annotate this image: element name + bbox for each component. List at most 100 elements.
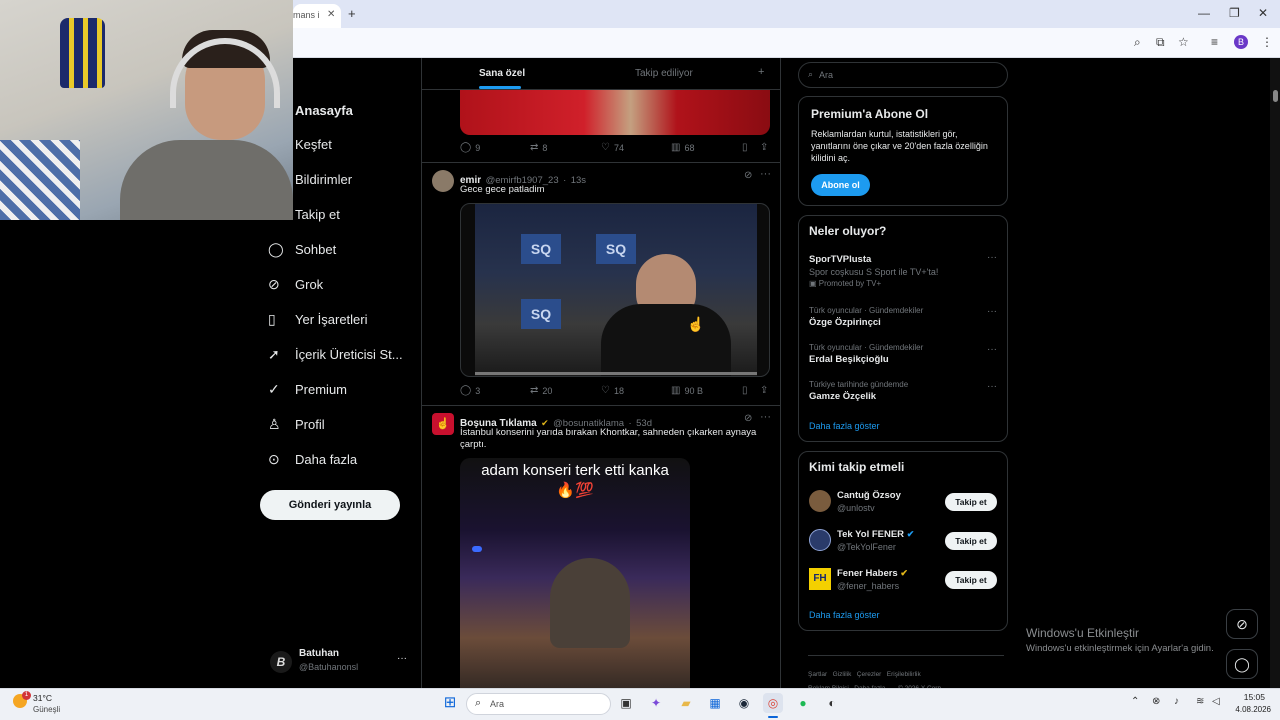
nav-item-bookmarks[interactable]: ▯ Yer İşaretleri — [262, 302, 368, 337]
subscribe-button[interactable]: Abone ol — [811, 174, 870, 196]
footer-link[interactable]: Şartlar — [808, 671, 827, 678]
install-app-icon[interactable]: ⧉ — [1156, 35, 1165, 50]
avatar[interactable]: FH — [809, 568, 831, 590]
maximize-button[interactable]: ❐ — [1229, 6, 1240, 20]
scrollbar[interactable] — [1270, 58, 1280, 688]
grok-icon[interactable]: ⊘ — [744, 170, 752, 181]
more-dots-icon[interactable]: ··· — [760, 168, 771, 180]
avatar[interactable] — [809, 490, 831, 512]
nav-item-notifications[interactable]: Bildirimler — [262, 162, 352, 197]
like-button[interactable]: ♡ 74 — [601, 142, 624, 153]
nav-item-creator-studio[interactable]: ➚ İçerik Üreticisi St... — [262, 337, 403, 372]
tweet-video[interactable]: adam konseri terk etti kanka 🔥💯 — [460, 458, 690, 688]
zoom-icon[interactable]: ⌕ — [1134, 35, 1141, 50]
video-progress[interactable] — [475, 372, 757, 375]
tab-close-icon[interactable]: ✕ — [327, 9, 335, 20]
close-window-button[interactable]: ✕ — [1258, 6, 1268, 20]
store-icon[interactable]: ▦ — [705, 693, 725, 713]
spotify-icon[interactable]: ● — [793, 693, 813, 713]
weather-temp[interactable]: 31°C — [33, 693, 52, 703]
avatar[interactable] — [432, 170, 454, 192]
minimize-button[interactable]: — — [1198, 6, 1210, 20]
trend-item[interactable]: Türkiye tarihinde gündemde Gamze Özçelik — [809, 380, 999, 402]
trend-item[interactable]: Türk oyuncular · Gündemdekiler Özge Özpi… — [809, 306, 999, 328]
follow-button[interactable]: Takip et — [945, 571, 997, 589]
tray-icon[interactable]: ⊗ — [1152, 696, 1160, 707]
views-button[interactable]: ▥ 90 B — [671, 385, 703, 396]
nav-item-home[interactable]: Anasayfa — [262, 93, 353, 128]
obs-icon[interactable]: ◐ — [822, 693, 842, 713]
microphone-icon[interactable]: ♪ — [1174, 696, 1179, 707]
browser-menu-icon[interactable]: ⋮ — [1261, 35, 1273, 49]
chat-icon: ◯ — [1234, 656, 1250, 672]
more-dots-icon[interactable]: ··· — [987, 306, 997, 317]
tab-for-you[interactable]: Sana özel — [479, 68, 525, 79]
steam-icon[interactable]: ◉ — [734, 693, 754, 713]
share-button[interactable]: ⇪ — [760, 385, 772, 396]
taskbar-search[interactable]: ⌕ Ara — [466, 693, 611, 715]
task-view-icon[interactable]: ▣ — [616, 693, 636, 713]
follow-button[interactable]: Takip et — [945, 493, 997, 511]
nav-item-premium[interactable]: ✓ Premium — [262, 372, 347, 407]
avatar[interactable]: ☝ — [432, 413, 454, 435]
chevron-up-icon[interactable]: ⌃ — [1131, 696, 1139, 707]
retweet-button[interactable]: ⇄ 8 — [530, 142, 547, 153]
show-more-link[interactable]: Daha fazla göster — [809, 610, 880, 620]
footer-link[interactable]: Gizlilik — [833, 671, 852, 678]
new-tab-button[interactable]: + — [348, 6, 356, 21]
share-button[interactable]: ⇪ — [760, 142, 772, 153]
avatar[interactable] — [809, 529, 831, 551]
trend-item[interactable]: Türk oyuncular · Gündemdekiler Erdal Beş… — [809, 343, 999, 365]
panel-title: Kimi takip etmeli — [809, 460, 905, 474]
nav-item-profile[interactable]: ♙ Profil — [262, 407, 325, 442]
more-dots-icon[interactable]: ··· — [987, 344, 997, 355]
show-more-link[interactable]: Daha fazla göster — [809, 421, 880, 431]
follow-suggestion[interactable]: Cantuğ Özsoy @unlostv — [837, 490, 901, 513]
account-switcher[interactable]: B Batuhan @Batuhanonsl ··· — [266, 648, 416, 678]
nav-item-grok[interactable]: ⊘ Grok — [262, 267, 323, 302]
browser-tab[interactable]: mans i ✕ — [293, 4, 341, 28]
grok-fab-button[interactable]: ⊘ — [1226, 609, 1258, 639]
tweet-video[interactable]: SQ SQ SQ — [460, 203, 770, 377]
follow-suggestion[interactable]: Tek Yol FENER ✔ @TekYolFener — [837, 529, 914, 552]
post-button[interactable]: Gönderi yayınla — [260, 490, 400, 520]
reply-button[interactable]: ◯ 3 — [460, 385, 480, 396]
messages-fab-button[interactable]: ◯ — [1226, 649, 1258, 679]
clock-date[interactable]: 4.08.2026 — [1229, 705, 1271, 714]
follow-suggestion[interactable]: Fener Habers ✔ @fener_habers — [837, 568, 908, 591]
like-button[interactable]: ♡ 18 — [601, 385, 624, 396]
footer-link[interactable]: Erişilebilirlik — [887, 671, 921, 678]
retweet-button[interactable]: ⇄ 20 — [530, 385, 552, 396]
profile-avatar[interactable]: B — [1234, 35, 1248, 49]
nav-item-chat[interactable]: ◯ Sohbet — [262, 232, 336, 267]
bookmark-star-icon[interactable]: ☆ — [1178, 35, 1189, 49]
scrollbar-thumb[interactable] — [1273, 90, 1278, 102]
nav-item-more[interactable]: ⊙ Daha fazla — [262, 442, 357, 477]
copilot-icon[interactable]: ✦ — [646, 693, 666, 713]
more-dots-icon[interactable]: ··· — [987, 252, 997, 263]
trend-item[interactable]: SporTVPlusta Spor coşkusu S Sport ile TV… — [809, 254, 999, 288]
search-input[interactable]: ⌕ Ara — [798, 62, 1008, 88]
start-button[interactable]: ⊞ — [440, 693, 460, 713]
tweet-time[interactable]: 13s — [571, 175, 586, 186]
reply-button[interactable]: ◯ 9 — [460, 142, 480, 153]
bookmark-button[interactable]: ▯ — [742, 385, 752, 396]
footer-link[interactable]: Çerezler — [857, 671, 882, 678]
follow-button[interactable]: Takip et — [945, 532, 997, 550]
clock-time[interactable]: 15:05 — [1233, 692, 1265, 702]
more-dots-icon[interactable]: ··· — [987, 381, 997, 392]
grok-icon[interactable]: ⊘ — [744, 413, 752, 424]
volume-icon[interactable]: ◁ — [1212, 696, 1220, 707]
nav-item-explore[interactable]: Keşfet — [262, 127, 332, 162]
chrome-icon[interactable]: ◎ — [763, 693, 783, 713]
bookmark-button[interactable]: ▯ — [742, 142, 752, 153]
wifi-icon[interactable]: ≋ — [1196, 696, 1204, 707]
views-button[interactable]: ▥ 68 — [671, 142, 694, 153]
add-tab-icon[interactable]: + — [758, 66, 764, 78]
file-explorer-icon[interactable]: ▰ — [676, 693, 696, 713]
nav-item-follow[interactable]: Takip et — [262, 197, 340, 232]
media-control-icon[interactable]: ≡ — [1211, 35, 1218, 49]
tab-following[interactable]: Takip ediliyor — [635, 68, 693, 79]
more-dots-icon[interactable]: ··· — [760, 411, 771, 423]
video-logo-tile: SQ — [521, 234, 561, 264]
